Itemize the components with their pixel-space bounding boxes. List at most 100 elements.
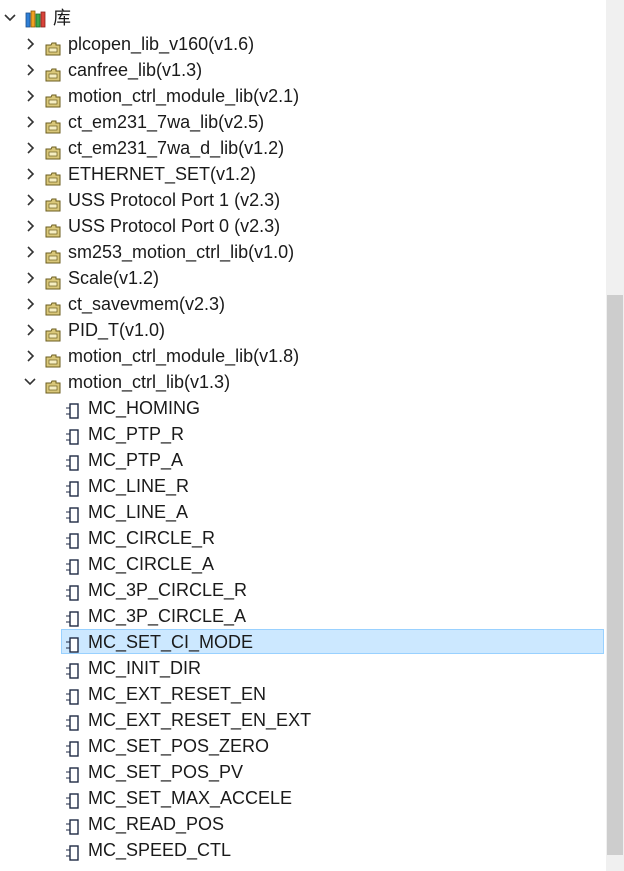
library-folder-icon	[45, 89, 61, 108]
library-node-uss-protocol-port-1-v2-3[interactable]: USS Protocol Port 1 (v2.3)	[0, 187, 606, 213]
program-block-icon	[66, 660, 80, 679]
library-folder-icon	[45, 193, 61, 212]
program-block-icon	[66, 686, 80, 705]
chevron-right-icon[interactable]	[23, 291, 37, 317]
library-label: Scale(v1.2)	[68, 268, 160, 288]
library-node-motion-ctrl-module-lib-v2-1[interactable]: motion_ctrl_module_lib(v2.1)	[0, 83, 606, 109]
chevron-right-icon[interactable]	[23, 135, 37, 161]
block-node-mc-3p-circle-a[interactable]: MC_3P_CIRCLE_A	[0, 603, 606, 629]
program-block-icon	[66, 712, 80, 731]
library-folder-icon	[45, 115, 61, 134]
block-node-mc-speed-ctl[interactable]: MC_SPEED_CTL	[0, 837, 606, 863]
library-folder-icon	[45, 297, 61, 316]
chevron-right-icon[interactable]	[23, 31, 37, 57]
library-node-motion-ctrl-module-lib-v1-8[interactable]: motion_ctrl_module_lib(v1.8)	[0, 343, 606, 369]
chevron-down-icon[interactable]	[3, 5, 17, 31]
program-block-icon	[66, 478, 80, 497]
block-node-mc-init-dir[interactable]: MC_INIT_DIR	[0, 655, 606, 681]
chevron-right-icon	[23, 865, 37, 871]
program-block-icon	[66, 556, 80, 575]
block-node-mc-circle-a[interactable]: MC_CIRCLE_A	[0, 551, 606, 577]
tree-root-node[interactable]: 库	[0, 5, 606, 31]
library-label: canfree_lib(v1.3)	[68, 60, 203, 80]
library-folder-icon	[45, 167, 61, 186]
block-label: MC_CIRCLE_A	[88, 554, 215, 574]
vertical-scrollbar[interactable]	[606, 0, 624, 871]
block-node-mc-ext-reset-en[interactable]: MC_EXT_RESET_EN	[0, 681, 606, 707]
block-node-mc-line-a[interactable]: MC_LINE_A	[0, 499, 606, 525]
library-folder-icon	[45, 271, 61, 290]
tree-partial-row	[0, 865, 606, 871]
block-node-mc-set-pos-pv[interactable]: MC_SET_POS_PV	[0, 759, 606, 785]
block-label: MC_READ_POS	[88, 814, 225, 834]
block-label: MC_PTP_R	[88, 424, 185, 444]
program-block-icon	[66, 530, 80, 549]
program-block-icon	[66, 582, 80, 601]
library-node-scale-v1-2[interactable]: Scale(v1.2)	[0, 265, 606, 291]
library-label: motion_ctrl_lib(v1.3)	[68, 372, 231, 392]
block-label: MC_SET_MAX_ACCELE	[88, 788, 293, 808]
chevron-right-icon[interactable]	[23, 317, 37, 343]
library-folder-icon	[45, 375, 61, 394]
library-folder-icon	[45, 219, 61, 238]
block-node-mc-homing[interactable]: MC_HOMING	[0, 395, 606, 421]
chevron-right-icon[interactable]	[23, 109, 37, 135]
library-folder-icon	[45, 349, 61, 368]
chevron-right-icon[interactable]	[23, 83, 37, 109]
library-label: ct_em231_7wa_d_lib(v1.2)	[68, 138, 285, 158]
library-folder-icon	[45, 323, 61, 342]
block-label: MC_3P_CIRCLE_A	[88, 606, 247, 626]
block-label: MC_CIRCLE_R	[88, 528, 216, 548]
chevron-right-icon[interactable]	[23, 213, 37, 239]
block-label: MC_PTP_A	[88, 450, 184, 470]
block-node-mc-circle-r[interactable]: MC_CIRCLE_R	[0, 525, 606, 551]
chevron-right-icon[interactable]	[23, 57, 37, 83]
library-folder-icon	[45, 63, 61, 82]
chevron-right-icon[interactable]	[23, 239, 37, 265]
block-label: MC_EXT_RESET_EN_EXT	[88, 710, 312, 730]
block-node-mc-ptp-r[interactable]: MC_PTP_R	[0, 421, 606, 447]
library-node-ct-savevmem-v2-3[interactable]: ct_savevmem(v2.3)	[0, 291, 606, 317]
block-node-mc-3p-circle-r[interactable]: MC_3P_CIRCLE_R	[0, 577, 606, 603]
library-label: USS Protocol Port 1 (v2.3)	[68, 190, 281, 210]
library-label: PID_T(v1.0)	[68, 320, 166, 340]
block-label: MC_SET_POS_ZERO	[88, 736, 270, 756]
library-node-sm253-motion-ctrl-lib-v1-0[interactable]: sm253_motion_ctrl_lib(v1.0)	[0, 239, 606, 265]
library-node-uss-protocol-port-0-v2-3[interactable]: USS Protocol Port 0 (v2.3)	[0, 213, 606, 239]
chevron-right-icon[interactable]	[23, 161, 37, 187]
chevron-right-icon[interactable]	[23, 343, 37, 369]
block-node-mc-ptp-a[interactable]: MC_PTP_A	[0, 447, 606, 473]
library-label: motion_ctrl_module_lib(v1.8)	[68, 346, 300, 366]
library-label: motion_ctrl_module_lib(v2.1)	[68, 86, 300, 106]
library-label: plcopen_lib_v160(v1.6)	[68, 34, 255, 54]
block-label: MC_HOMING	[88, 398, 200, 418]
program-block-icon	[66, 634, 80, 653]
program-block-icon	[66, 426, 80, 445]
program-block-icon	[66, 764, 80, 783]
library-node-pid-t-v1-0[interactable]: PID_T(v1.0)	[0, 317, 606, 343]
program-block-icon	[66, 842, 80, 861]
block-node-mc-ext-reset-en-ext[interactable]: MC_EXT_RESET_EN_EXT	[0, 707, 606, 733]
library-node-ethernet-set-v1-2[interactable]: ETHERNET_SET(v1.2)	[0, 161, 606, 187]
library-node-ct-em231-7wa-lib-v2-5[interactable]: ct_em231_7wa_lib(v2.5)	[0, 109, 606, 135]
block-label: MC_3P_CIRCLE_R	[88, 580, 248, 600]
chevron-down-icon[interactable]	[23, 369, 37, 395]
library-folder-icon	[45, 245, 61, 264]
block-node-mc-set-max-accele[interactable]: MC_SET_MAX_ACCELE	[0, 785, 606, 811]
block-node-mc-read-pos[interactable]: MC_READ_POS	[0, 811, 606, 837]
block-label: MC_SPEED_CTL	[88, 840, 232, 860]
program-block-icon	[66, 504, 80, 523]
chevron-right-icon[interactable]	[23, 187, 37, 213]
library-node-motion-ctrl-lib-v1-3[interactable]: motion_ctrl_lib(v1.3)	[0, 369, 606, 395]
library-label: USS Protocol Port 0 (v2.3)	[68, 216, 281, 236]
scrollbar-thumb[interactable]	[607, 295, 623, 855]
library-node-canfree-lib-v1-3[interactable]: canfree_lib(v1.3)	[0, 57, 606, 83]
block-node-mc-line-r[interactable]: MC_LINE_R	[0, 473, 606, 499]
chevron-right-icon[interactable]	[23, 265, 37, 291]
program-block-icon	[66, 608, 80, 627]
block-node-mc-set-ci-mode[interactable]: MC_SET_CI_MODE	[0, 629, 606, 655]
library-node-ct-em231-7wa-d-lib-v1-2[interactable]: ct_em231_7wa_d_lib(v1.2)	[0, 135, 606, 161]
library-node-plcopen-lib-v160-v1-6[interactable]: plcopen_lib_v160(v1.6)	[0, 31, 606, 57]
block-node-mc-set-pos-zero[interactable]: MC_SET_POS_ZERO	[0, 733, 606, 759]
block-label: MC_EXT_RESET_EN	[88, 684, 267, 704]
